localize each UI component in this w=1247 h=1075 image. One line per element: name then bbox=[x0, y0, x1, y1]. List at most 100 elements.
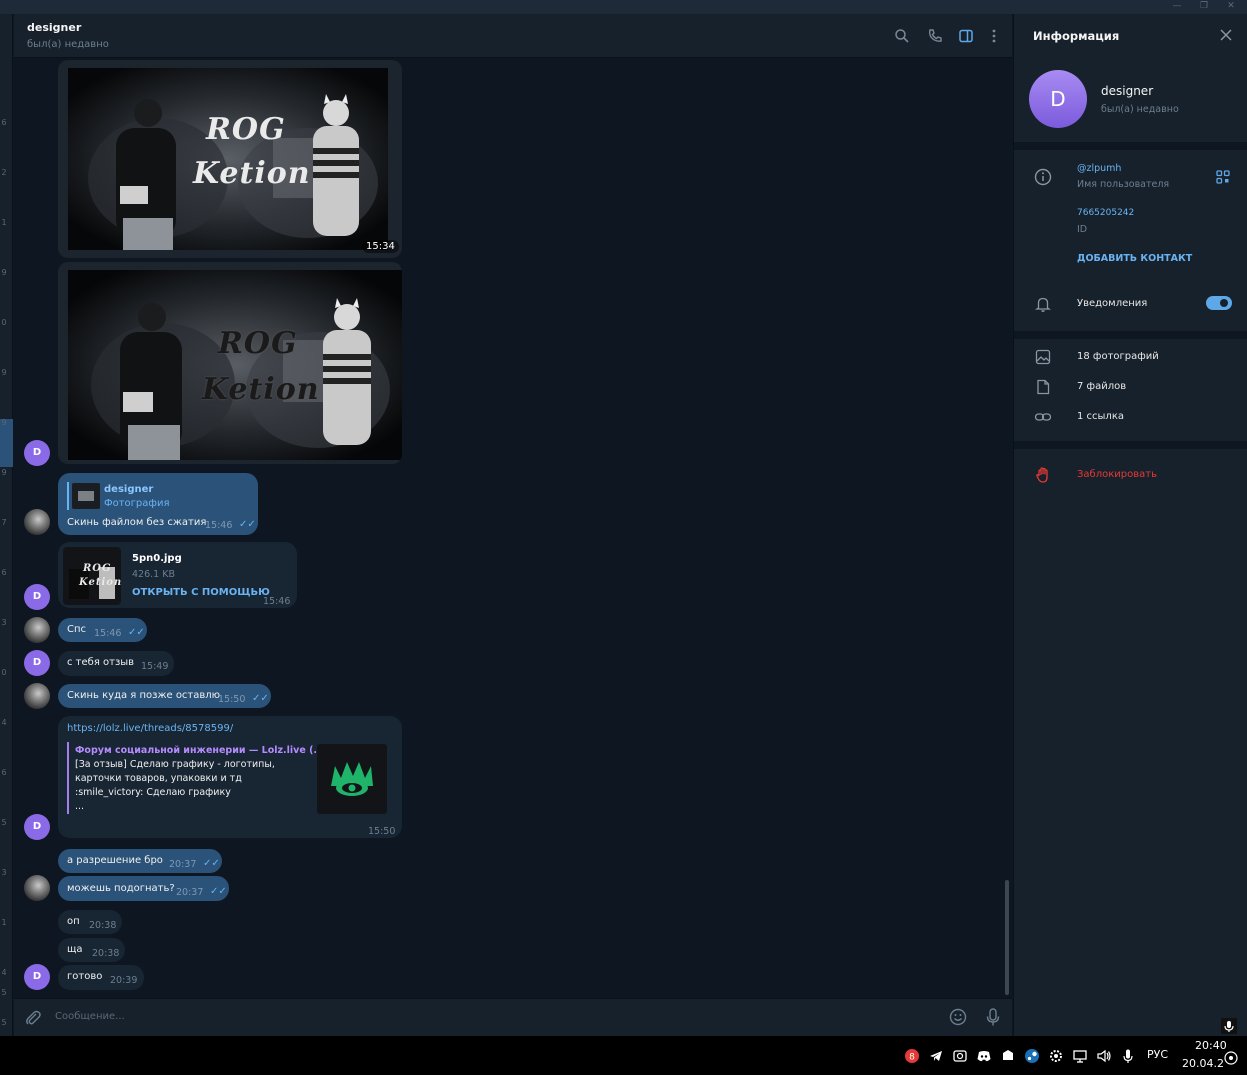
message-time: 15:50 bbox=[218, 694, 246, 705]
message-text: готово bbox=[67, 971, 103, 982]
read-ticks-icon: ✓✓ bbox=[128, 627, 145, 638]
microphone-icon[interactable] bbox=[984, 1007, 1002, 1027]
photo-caption-text: Ketion bbox=[193, 156, 311, 191]
search-icon[interactable] bbox=[894, 28, 910, 44]
steam-tray-icon[interactable] bbox=[1024, 1048, 1040, 1064]
incoming-file-message[interactable]: ROG Ketion 5pn0.jpg 426.1 KB ОТКРЫТЬ С П… bbox=[58, 542, 297, 608]
link-preview-title[interactable]: Форум социальной инженерии — Lolz.live (… bbox=[75, 745, 324, 756]
message-link[interactable]: https://lolz.live/threads/8578599/ bbox=[67, 723, 233, 734]
incoming-message[interactable]: с тебя отзыв 15:49 bbox=[58, 651, 174, 676]
incoming-message[interactable]: ща 20:38 bbox=[58, 938, 125, 962]
message-time: 20:38 bbox=[92, 948, 120, 959]
avatar[interactable]: D bbox=[24, 814, 50, 840]
phone-icon[interactable] bbox=[927, 28, 943, 44]
sidebar-toggle-icon[interactable] bbox=[958, 28, 974, 44]
photo-caption-text: Ketion bbox=[202, 372, 320, 407]
language-indicator[interactable]: РУС bbox=[1147, 1048, 1168, 1061]
minimize-icon[interactable]: — bbox=[1166, 0, 1188, 12]
maximize-icon[interactable]: ❐ bbox=[1193, 0, 1215, 12]
app-tray-icon[interactable]: 8 bbox=[904, 1048, 920, 1064]
chat-scrollbar[interactable] bbox=[1005, 880, 1009, 995]
outgoing-message[interactable]: а разрешение бро 20:37 ✓✓ bbox=[58, 849, 222, 873]
chat-list-count: 9 bbox=[1, 468, 7, 477]
chat-list-strip[interactable]: 6 2 1 9 0 9 9 9 7 6 3 0 4 6 5 3 1 4 5 5 bbox=[0, 14, 13, 1036]
chat-list-count: 4 bbox=[1, 718, 7, 727]
user-id-label: ID bbox=[1077, 224, 1088, 235]
link-preview-text: ... bbox=[75, 801, 85, 812]
notification-center-icon[interactable] bbox=[1223, 1050, 1239, 1066]
gear-tray-icon[interactable] bbox=[1048, 1048, 1064, 1064]
clock-time[interactable]: 20:40 bbox=[1195, 1039, 1227, 1052]
outgoing-message[interactable]: Скинь куда я позже оставлю 15:50 ✓✓ bbox=[58, 684, 271, 708]
reply-bar bbox=[67, 482, 69, 510]
my-avatar[interactable] bbox=[24, 509, 50, 535]
chat-header[interactable]: designer был(а) недавно bbox=[14, 14, 1012, 58]
profile-avatar[interactable]: D bbox=[1029, 70, 1087, 128]
outgoing-message[interactable]: Спс 15:46 ✓✓ bbox=[58, 618, 147, 642]
chat-title[interactable]: designer bbox=[27, 21, 81, 34]
link-preview-image[interactable] bbox=[317, 744, 387, 814]
message-composer[interactable]: Сообщение... bbox=[14, 998, 1012, 1036]
file-thumbnail-text: ROG bbox=[83, 563, 112, 574]
discord-tray-icon[interactable] bbox=[976, 1048, 992, 1064]
close-icon[interactable] bbox=[1219, 28, 1233, 42]
screen-tray-icon[interactable] bbox=[952, 1048, 968, 1064]
incoming-message[interactable]: оп 20:38 bbox=[58, 910, 122, 934]
message-time: 15:50 bbox=[368, 826, 396, 837]
file-thumbnail[interactable]: ROG Ketion bbox=[63, 547, 121, 605]
link-icon bbox=[1034, 413, 1052, 421]
photo-icon bbox=[1035, 349, 1051, 365]
chat-list-count: 9 bbox=[1, 418, 7, 427]
chat-list-count: 5 bbox=[1, 818, 7, 827]
my-avatar[interactable] bbox=[24, 683, 50, 709]
files-count[interactable]: 7 файлов bbox=[1077, 381, 1126, 392]
close-window-icon[interactable]: ✕ bbox=[1220, 0, 1242, 12]
photos-count[interactable]: 18 фотографий bbox=[1077, 351, 1159, 362]
links-count[interactable]: 1 ссылка bbox=[1077, 411, 1124, 422]
emoji-icon[interactable] bbox=[949, 1008, 967, 1026]
read-ticks-icon: ✓✓ bbox=[252, 693, 269, 704]
file-name: 5pn0.jpg bbox=[132, 553, 182, 564]
chat-list-count: 0 bbox=[1, 668, 7, 677]
block-button[interactable]: Заблокировать bbox=[1077, 469, 1157, 480]
chat-list-count: 6 bbox=[1, 768, 7, 777]
message-time: 20:37 bbox=[176, 887, 204, 898]
chat-list-count: 2 bbox=[1, 168, 7, 177]
app-tray-icon[interactable] bbox=[1000, 1048, 1016, 1064]
network-icon[interactable] bbox=[1072, 1048, 1088, 1064]
link-preview-text: :smile_victory: Сделаю графику bbox=[75, 787, 231, 798]
volume-icon[interactable] bbox=[1096, 1048, 1112, 1064]
attach-icon[interactable] bbox=[24, 1009, 42, 1027]
avatar[interactable]: D bbox=[24, 584, 50, 610]
clock-date[interactable]: 20.04.2 bbox=[1182, 1057, 1224, 1070]
photo-message[interactable]: ROG Ketion 15:34 bbox=[58, 60, 402, 258]
file-thumbnail-text: Ketion bbox=[79, 577, 121, 588]
more-icon[interactable] bbox=[986, 28, 1002, 44]
avatar[interactable]: D bbox=[24, 440, 50, 466]
chat-status: был(а) недавно bbox=[27, 39, 109, 50]
microphone-indicator-icon[interactable] bbox=[1221, 1018, 1237, 1034]
open-with-button[interactable]: ОТКРЫТЬ С ПОМОЩЬЮ bbox=[132, 587, 270, 598]
chat-list-count: 6 bbox=[1, 568, 7, 577]
outgoing-message[interactable]: можешь подогнать? 20:37 ✓✓ bbox=[58, 876, 229, 901]
notifications-toggle[interactable] bbox=[1206, 296, 1232, 310]
incoming-message[interactable]: готово 20:39 bbox=[58, 965, 144, 990]
telegram-tray-icon[interactable] bbox=[928, 1048, 944, 1064]
photo-message[interactable]: ROG Ketion bbox=[58, 262, 402, 464]
microphone-icon[interactable] bbox=[1120, 1048, 1136, 1064]
username-value[interactable]: @zlpumh bbox=[1077, 163, 1121, 174]
add-contact-button[interactable]: ДОБАВИТЬ КОНТАКТ bbox=[1077, 253, 1192, 264]
incoming-link-message[interactable]: https://lolz.live/threads/8578599/ Форум… bbox=[58, 716, 402, 838]
message-input[interactable]: Сообщение... bbox=[55, 1011, 125, 1022]
taskbar: 8 РУС 20:40 20.04.2 bbox=[0, 1018, 1247, 1075]
avatar[interactable]: D bbox=[24, 650, 50, 676]
message-time: 15:49 bbox=[141, 661, 169, 672]
my-avatar[interactable] bbox=[24, 617, 50, 643]
telegram-window: — ❐ ✕ 6 2 1 9 0 9 9 9 7 6 3 0 4 6 5 3 1 … bbox=[0, 0, 1247, 1075]
chat-list-count: 5 bbox=[1, 988, 7, 997]
user-id-value[interactable]: 7665205242 bbox=[1077, 208, 1134, 218]
qr-code-icon[interactable] bbox=[1214, 168, 1232, 186]
my-avatar[interactable] bbox=[24, 875, 50, 901]
outgoing-message[interactable]: designer Фотография Скинь файлом без сжа… bbox=[58, 473, 258, 535]
avatar[interactable]: D bbox=[24, 964, 50, 990]
